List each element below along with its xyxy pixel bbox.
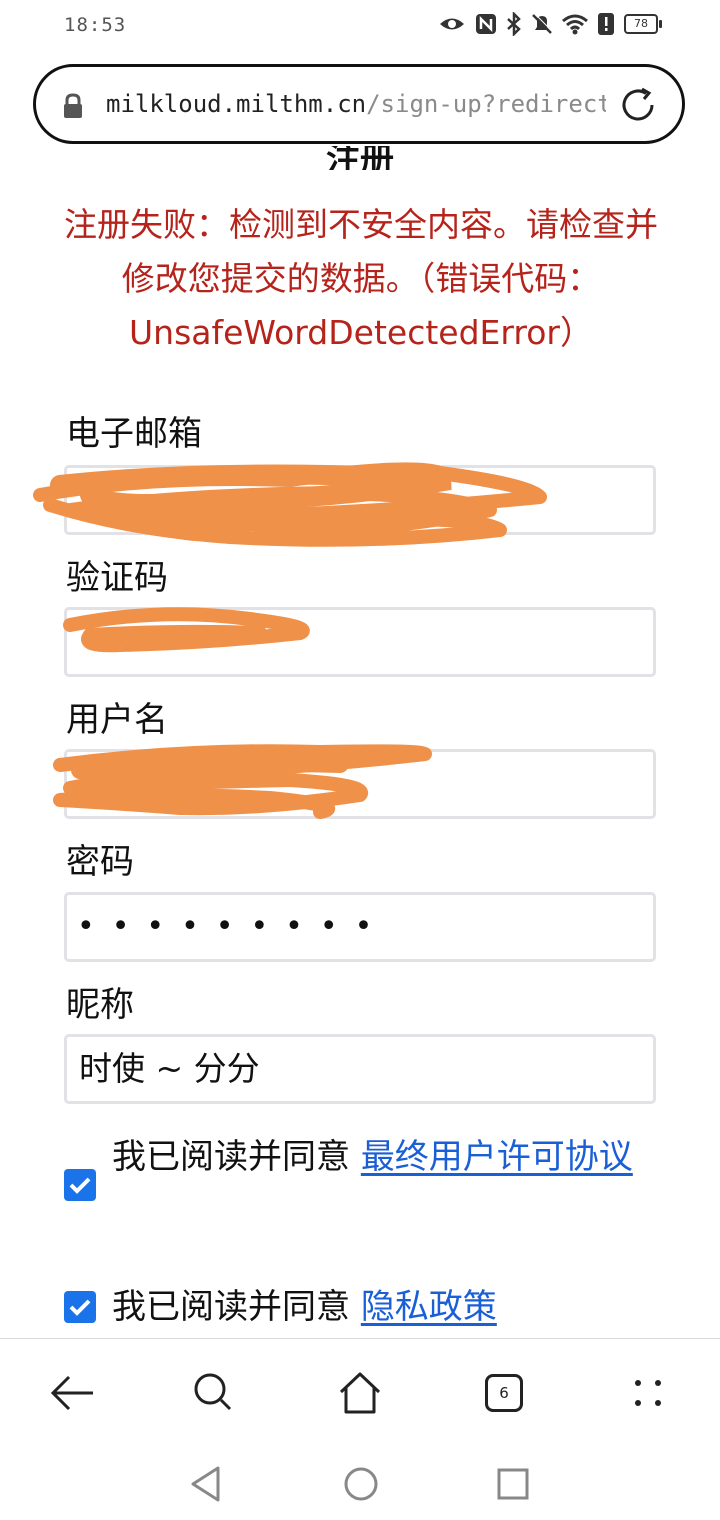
password-field[interactable]: ••••••••• bbox=[64, 892, 656, 962]
home-icon bbox=[339, 1372, 381, 1414]
nickname-label: 昵称 bbox=[66, 985, 134, 1025]
error-message: 注册失败：检测到不安全内容。请检查并修改您提交的数据。（错误代码：UnsafeW… bbox=[64, 205, 658, 352]
code-label: 验证码 bbox=[66, 558, 168, 598]
status-icons: 78 bbox=[438, 12, 662, 36]
password-label: 密码 bbox=[66, 842, 134, 882]
privacy-checkbox[interactable] bbox=[64, 1291, 96, 1323]
checkmark-icon bbox=[69, 1299, 91, 1316]
alert-icon bbox=[597, 12, 615, 36]
menu-dots-icon bbox=[635, 1380, 661, 1406]
wifi-icon bbox=[562, 13, 588, 35]
url-bar[interactable]: milkloud.milthm.cn/sign-up?redirect bbox=[33, 64, 685, 144]
nav-recents-button[interactable] bbox=[496, 1464, 530, 1508]
home-button[interactable] bbox=[334, 1367, 386, 1419]
email-label: 电子邮箱 bbox=[66, 414, 202, 454]
username-field[interactable] bbox=[64, 749, 656, 819]
status-bar: 18:53 78 bbox=[0, 0, 720, 56]
nickname-field[interactable]: 时使 ~ 分分 bbox=[64, 1034, 656, 1104]
page-title: 注册 bbox=[326, 146, 394, 170]
reload-icon[interactable] bbox=[618, 85, 658, 129]
back-button[interactable] bbox=[46, 1367, 98, 1419]
menu-button[interactable] bbox=[622, 1367, 674, 1419]
email-field[interactable] bbox=[64, 465, 656, 535]
lock-icon bbox=[62, 93, 84, 123]
status-time: 18:53 bbox=[64, 14, 127, 36]
battery-icon: 78 bbox=[624, 14, 662, 34]
checkmark-icon bbox=[69, 1177, 91, 1194]
eula-link[interactable]: 最终用户许可协议 bbox=[361, 1137, 633, 1177]
page-heading-clip: 注册 bbox=[0, 146, 720, 170]
nav-home-button[interactable] bbox=[342, 1464, 380, 1508]
verification-code-field[interactable] bbox=[64, 607, 656, 677]
url-path: /sign-up?redirect bbox=[366, 90, 606, 118]
url-host: milkloud.milthm.cn bbox=[106, 90, 367, 118]
bluetooth-icon bbox=[506, 12, 522, 36]
privacy-link[interactable]: 隐私政策 bbox=[361, 1287, 497, 1327]
browser-toolbar: 6 bbox=[0, 1338, 720, 1451]
eye-icon bbox=[438, 13, 466, 35]
eula-checkbox[interactable] bbox=[64, 1169, 96, 1201]
mute-icon bbox=[531, 12, 553, 36]
url-text[interactable]: milkloud.milthm.cn/sign-up?redirect bbox=[106, 90, 606, 118]
nfc-icon bbox=[475, 13, 497, 35]
eula-agreement: 我已阅读并同意 最终用户许可协议 bbox=[112, 1130, 652, 1184]
privacy-agreement: 我已阅读并同意 隐私政策 bbox=[112, 1280, 652, 1334]
square-recents-icon bbox=[497, 1468, 529, 1500]
tabs-button[interactable]: 6 bbox=[478, 1367, 530, 1419]
system-navigation bbox=[0, 1450, 720, 1520]
back-arrow-icon bbox=[50, 1375, 93, 1411]
nav-back-button[interactable] bbox=[188, 1464, 224, 1508]
triangle-back-icon bbox=[191, 1466, 220, 1502]
username-label: 用户名 bbox=[66, 700, 168, 740]
circle-home-icon bbox=[344, 1467, 378, 1501]
agree-text: 我已阅读并同意 bbox=[112, 1287, 361, 1327]
search-icon bbox=[194, 1373, 232, 1411]
tab-count: 6 bbox=[485, 1374, 523, 1412]
search-button[interactable] bbox=[188, 1367, 240, 1419]
agree-text: 我已阅读并同意 bbox=[112, 1137, 361, 1177]
